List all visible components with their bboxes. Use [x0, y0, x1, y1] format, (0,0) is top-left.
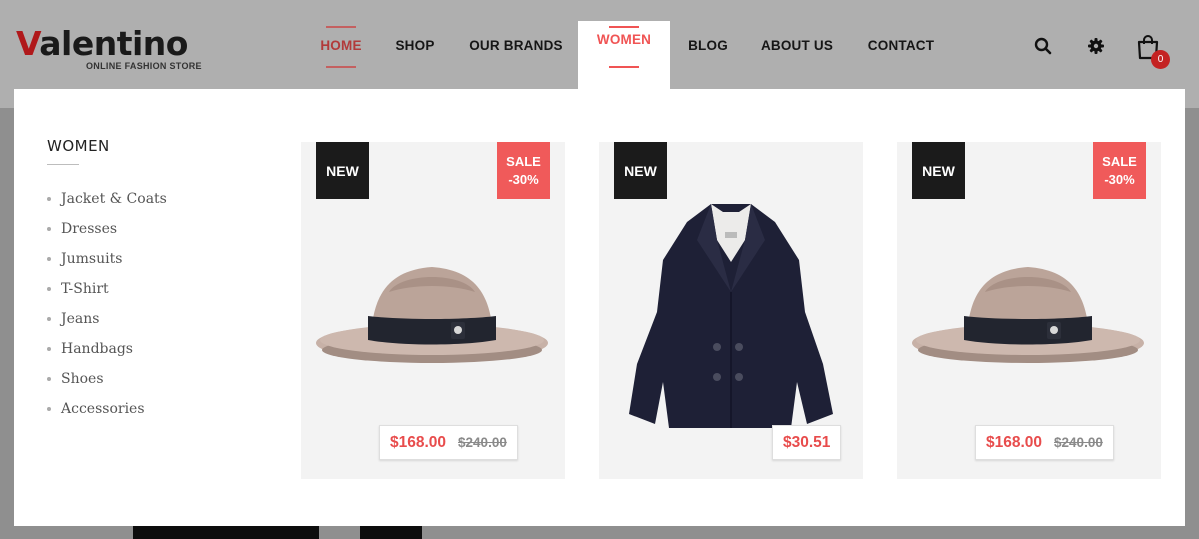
bullet-icon: [47, 257, 51, 261]
category-link[interactable]: T-Shirt: [47, 274, 167, 304]
logo-wordmark: Valentino: [16, 24, 188, 63]
product-card[interactable]: NEW SALE -30% $168.00 $240.00: [301, 142, 565, 479]
current-price: $168.00: [986, 433, 1043, 451]
nav-item-shop[interactable]: SHOP: [390, 0, 440, 90]
nav-item-our-brands[interactable]: OUR BRANDS: [462, 0, 570, 90]
settings-button[interactable]: [1084, 34, 1108, 58]
sale-badge: SALE -30%: [497, 142, 550, 199]
current-price: $168.00: [390, 433, 447, 451]
women-mega-menu: WOMEN Jacket & Coats Dresses Jumsuits T-…: [14, 89, 1185, 526]
category-link[interactable]: Dresses: [47, 214, 167, 244]
price-tag: $30.51: [772, 425, 842, 460]
new-badge: NEW: [614, 142, 667, 199]
price-tag: $168.00 $240.00: [975, 425, 1114, 460]
category-link[interactable]: Accessories: [47, 394, 167, 424]
current-price: $30.51: [783, 433, 831, 451]
bullet-icon: [47, 347, 51, 351]
search-button[interactable]: [1031, 34, 1055, 58]
category-link[interactable]: Handbags: [47, 334, 167, 364]
cart-count-badge: 0: [1151, 50, 1170, 69]
original-price: $240.00: [458, 435, 507, 450]
nav-item-blog[interactable]: BLOG: [684, 0, 732, 90]
bullet-icon: [47, 197, 51, 201]
site-logo[interactable]: Valentino ONLINE FASHION STORE: [16, 24, 226, 74]
nav-item-about-us[interactable]: ABOUT US: [754, 0, 840, 90]
nav-item-home[interactable]: HOME: [312, 0, 370, 90]
product-card[interactable]: NEW $30.51: [599, 142, 863, 479]
logo-tagline: ONLINE FASHION STORE: [86, 61, 202, 71]
title-divider: [47, 164, 79, 165]
category-link[interactable]: Jacket & Coats: [47, 184, 167, 214]
search-icon: [1034, 37, 1052, 55]
nav-item-women[interactable]: WOMEN: [578, 21, 670, 90]
gear-icon: [1088, 38, 1104, 54]
bullet-icon: [47, 287, 51, 291]
nav-item-contact[interactable]: CONTACT: [860, 0, 942, 90]
category-link[interactable]: Jeans: [47, 304, 167, 334]
original-price: $240.00: [1054, 435, 1103, 450]
mega-menu-title: WOMEN: [47, 137, 110, 155]
category-link[interactable]: Shoes: [47, 364, 167, 394]
new-badge: NEW: [316, 142, 369, 199]
new-badge: NEW: [912, 142, 965, 199]
bullet-icon: [47, 317, 51, 321]
price-tag: $168.00 $240.00: [379, 425, 518, 460]
product-card[interactable]: NEW SALE -30% $168.00 $240.00: [897, 142, 1161, 479]
bullet-icon: [47, 407, 51, 411]
bullet-icon: [47, 227, 51, 231]
category-link[interactable]: Jumsuits: [47, 244, 167, 274]
category-list: Jacket & Coats Dresses Jumsuits T-Shirt …: [47, 184, 167, 424]
bullet-icon: [47, 377, 51, 381]
sale-badge: SALE -30%: [1093, 142, 1146, 199]
